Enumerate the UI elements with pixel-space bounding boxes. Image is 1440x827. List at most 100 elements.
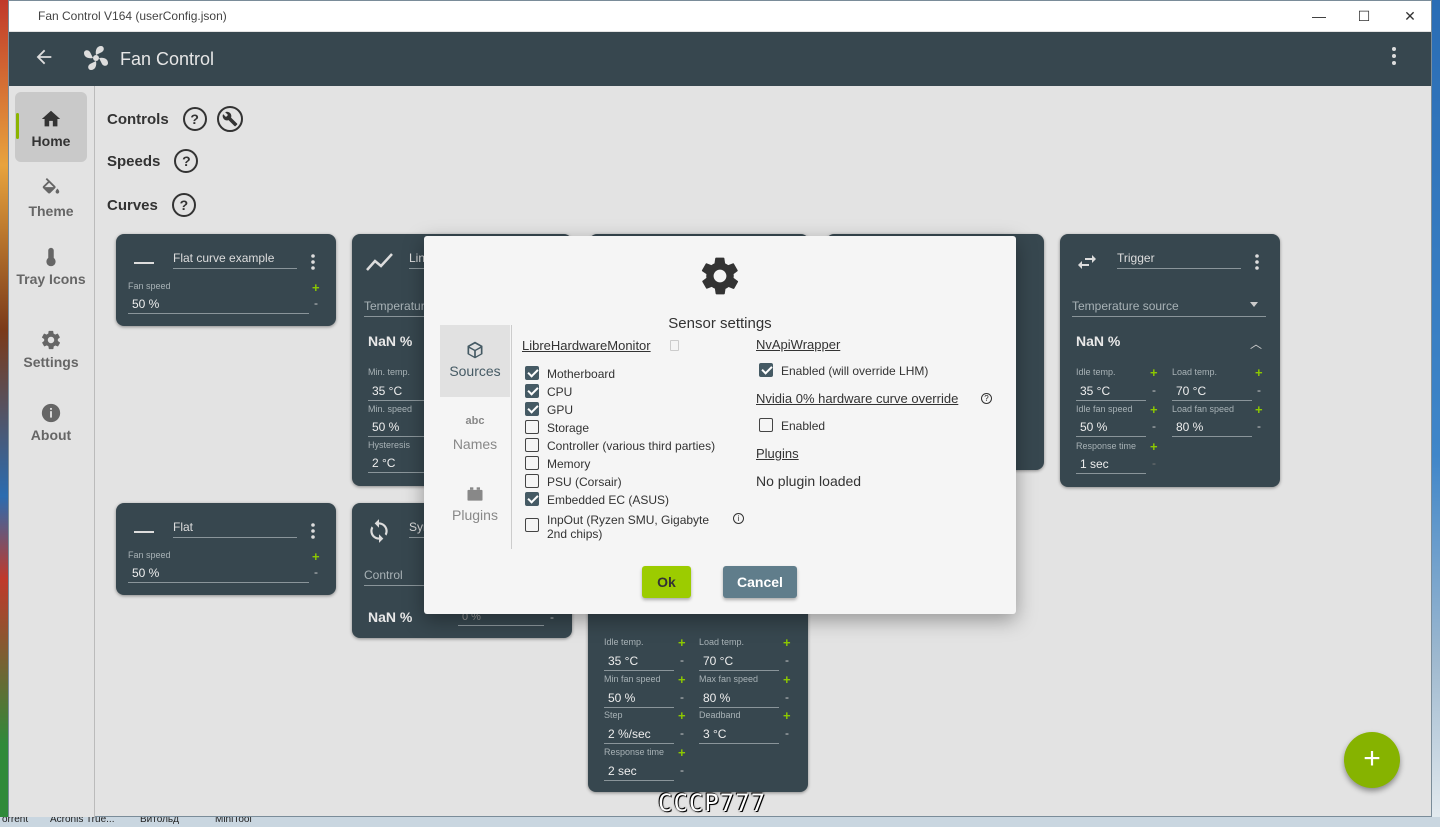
- decrease-button[interactable]: -: [314, 296, 318, 310]
- decrease-button[interactable]: -: [680, 726, 684, 740]
- taskbar-item[interactable]: Acronis True...: [50, 817, 114, 825]
- lhm-item-checkbox[interactable]: Motherboard: [525, 366, 615, 381]
- increase-button[interactable]: +: [783, 708, 791, 723]
- maximize-button[interactable]: ☐: [1341, 1, 1387, 32]
- increase-button[interactable]: +: [1255, 402, 1263, 417]
- decrease-button[interactable]: -: [680, 690, 684, 704]
- close-button[interactable]: ✕: [1387, 1, 1433, 32]
- nvidia-override-heading[interactable]: Nvidia 0% hardware curve override: [756, 391, 958, 406]
- ok-button[interactable]: Ok: [642, 566, 691, 598]
- nvidia-enabled-checkbox[interactable]: Enabled: [759, 418, 825, 433]
- decrease-button[interactable]: -: [1257, 383, 1261, 397]
- taskbar-item[interactable]: MiniTool: [215, 817, 252, 825]
- checkbox-unchecked[interactable]: [759, 418, 773, 432]
- decrease-button[interactable]: -: [1152, 456, 1156, 470]
- checkbox-checked[interactable]: [525, 492, 539, 506]
- max-speed-field[interactable]: 80 %: [699, 691, 779, 708]
- card-name-field[interactable]: Flat: [173, 520, 297, 538]
- info-icon[interactable]: i: [733, 513, 744, 524]
- tab-sources[interactable]: Sources: [440, 325, 510, 397]
- collapse-chevron-icon[interactable]: ︿: [1250, 335, 1262, 352]
- tab-names[interactable]: abc Names: [440, 397, 510, 469]
- card-name-field[interactable]: Trigger: [1117, 251, 1241, 269]
- lhm-item-checkbox[interactable]: GPU: [525, 402, 573, 417]
- lhm-item-checkbox[interactable]: Embedded EC (ASUS): [525, 492, 669, 507]
- increase-button[interactable]: +: [312, 549, 320, 564]
- load-temp-field[interactable]: 70 °C: [699, 654, 779, 671]
- checkbox-unchecked[interactable]: [525, 420, 539, 434]
- increase-button[interactable]: +: [678, 672, 686, 687]
- checkbox-unchecked[interactable]: [525, 456, 539, 470]
- checkbox-unchecked[interactable]: [525, 518, 539, 532]
- load-temp-field[interactable]: 70 °C: [1172, 384, 1252, 401]
- response-time-field[interactable]: 2 sec: [604, 764, 674, 781]
- speeds-help-button[interactable]: ?: [174, 149, 199, 173]
- decrease-button[interactable]: -: [680, 763, 684, 777]
- controls-help-button[interactable]: ?: [182, 107, 207, 131]
- checkbox-unchecked[interactable]: [525, 474, 539, 488]
- lhm-heading[interactable]: LibreHardwareMonitor: [522, 338, 651, 353]
- nav-about[interactable]: About: [15, 402, 87, 443]
- decrease-button[interactable]: -: [1257, 419, 1261, 433]
- checkbox-checked[interactable]: [525, 384, 539, 398]
- dropdown-arrow-icon[interactable]: [1250, 302, 1258, 307]
- increase-button[interactable]: +: [678, 745, 686, 760]
- increase-button[interactable]: +: [1150, 439, 1158, 454]
- decrease-button[interactable]: -: [785, 726, 789, 740]
- idle-temp-field[interactable]: 35 °C: [1076, 384, 1146, 401]
- nav-home[interactable]: Home: [15, 92, 87, 162]
- nvapi-enabled-checkbox[interactable]: Enabled (will override LHM): [759, 363, 928, 378]
- tab-plugins[interactable]: Plugins: [440, 469, 510, 541]
- response-time-field[interactable]: 1 sec: [1076, 457, 1146, 474]
- deadband-field[interactable]: 3 °C: [699, 727, 779, 744]
- increase-button[interactable]: +: [1255, 365, 1263, 380]
- checkbox-checked[interactable]: [759, 363, 773, 377]
- fan-speed-field[interactable]: 50 %: [128, 566, 309, 583]
- increase-button[interactable]: +: [678, 635, 686, 650]
- decrease-button[interactable]: -: [785, 653, 789, 667]
- lhm-item-checkbox[interactable]: Storage: [525, 420, 589, 435]
- fan-speed-field[interactable]: 50 %: [128, 297, 309, 314]
- increase-button[interactable]: +: [783, 635, 791, 650]
- checkbox-checked[interactable]: [525, 402, 539, 416]
- card-menu-icon[interactable]: [311, 254, 315, 270]
- taskbar-item[interactable]: orrent: [2, 817, 28, 825]
- nav-tray-icons[interactable]: Tray Icons: [15, 246, 87, 287]
- temperature-source-select[interactable]: Temperature source: [1072, 299, 1266, 317]
- nav-settings[interactable]: Settings: [15, 329, 87, 370]
- lhm-item-checkbox[interactable]: PSU (Corsair): [525, 474, 622, 489]
- cancel-button[interactable]: Cancel: [723, 566, 797, 598]
- plugins-heading[interactable]: Plugins: [756, 446, 799, 461]
- minimize-button[interactable]: —: [1296, 1, 1342, 32]
- more-vert-icon[interactable]: [1391, 46, 1409, 72]
- curves-help-button[interactable]: ?: [171, 193, 196, 217]
- decrease-button[interactable]: -: [1152, 383, 1156, 397]
- checkbox-checked[interactable]: [525, 366, 539, 380]
- decrease-button[interactable]: -: [314, 565, 318, 579]
- wrench-icon[interactable]: [216, 106, 243, 132]
- card-menu-icon[interactable]: [1255, 254, 1259, 270]
- card-name-field[interactable]: Flat curve example: [173, 251, 297, 269]
- lhm-item-checkbox[interactable]: Controller (various third parties): [525, 438, 715, 453]
- back-arrow-icon[interactable]: [33, 46, 59, 72]
- card-menu-icon[interactable]: [311, 523, 315, 539]
- step-field[interactable]: 2 %/sec: [604, 727, 674, 744]
- lhm-item-checkbox[interactable]: InpOut (Ryzen SMU, Gigabyte 2nd chips) i: [525, 513, 745, 541]
- increase-button[interactable]: +: [1150, 402, 1158, 417]
- min-speed-field[interactable]: 50 %: [604, 691, 674, 708]
- nvapi-heading[interactable]: NvApiWrapper: [756, 337, 840, 352]
- help-icon[interactable]: ?: [981, 393, 992, 404]
- add-card-button[interactable]: +: [1344, 732, 1400, 788]
- copy-icon[interactable]: [670, 340, 679, 351]
- idle-speed-field[interactable]: 50 %: [1076, 420, 1146, 437]
- increase-button[interactable]: +: [678, 708, 686, 723]
- increase-button[interactable]: +: [783, 672, 791, 687]
- increase-button[interactable]: +: [1150, 365, 1158, 380]
- idle-temp-field[interactable]: 35 °C: [604, 654, 674, 671]
- lhm-item-checkbox[interactable]: Memory: [525, 456, 590, 471]
- decrease-button[interactable]: -: [680, 653, 684, 667]
- decrease-button[interactable]: -: [785, 690, 789, 704]
- load-speed-field[interactable]: 80 %: [1172, 420, 1252, 437]
- decrease-button[interactable]: -: [1152, 419, 1156, 433]
- checkbox-unchecked[interactable]: [525, 438, 539, 452]
